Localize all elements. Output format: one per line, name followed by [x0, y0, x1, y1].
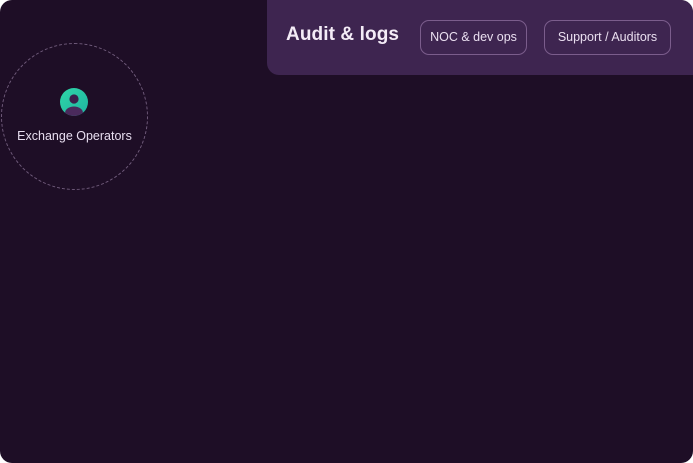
role-label: Exchange Operators: [17, 129, 132, 143]
chip-support-auditors[interactable]: Support / Auditors: [544, 20, 671, 55]
audit-logs-panel: Audit & logs NOC & dev ops Support / Aud…: [267, 0, 693, 75]
chip-noc-dev-ops[interactable]: NOC & dev ops: [420, 20, 527, 55]
user-avatar-icon: [60, 88, 88, 116]
exchange-operators-node[interactable]: Exchange Operators: [1, 43, 148, 190]
panel-title: Audit & logs: [286, 24, 400, 45]
canvas: Audit & logs NOC & dev ops Support / Aud…: [0, 0, 693, 463]
